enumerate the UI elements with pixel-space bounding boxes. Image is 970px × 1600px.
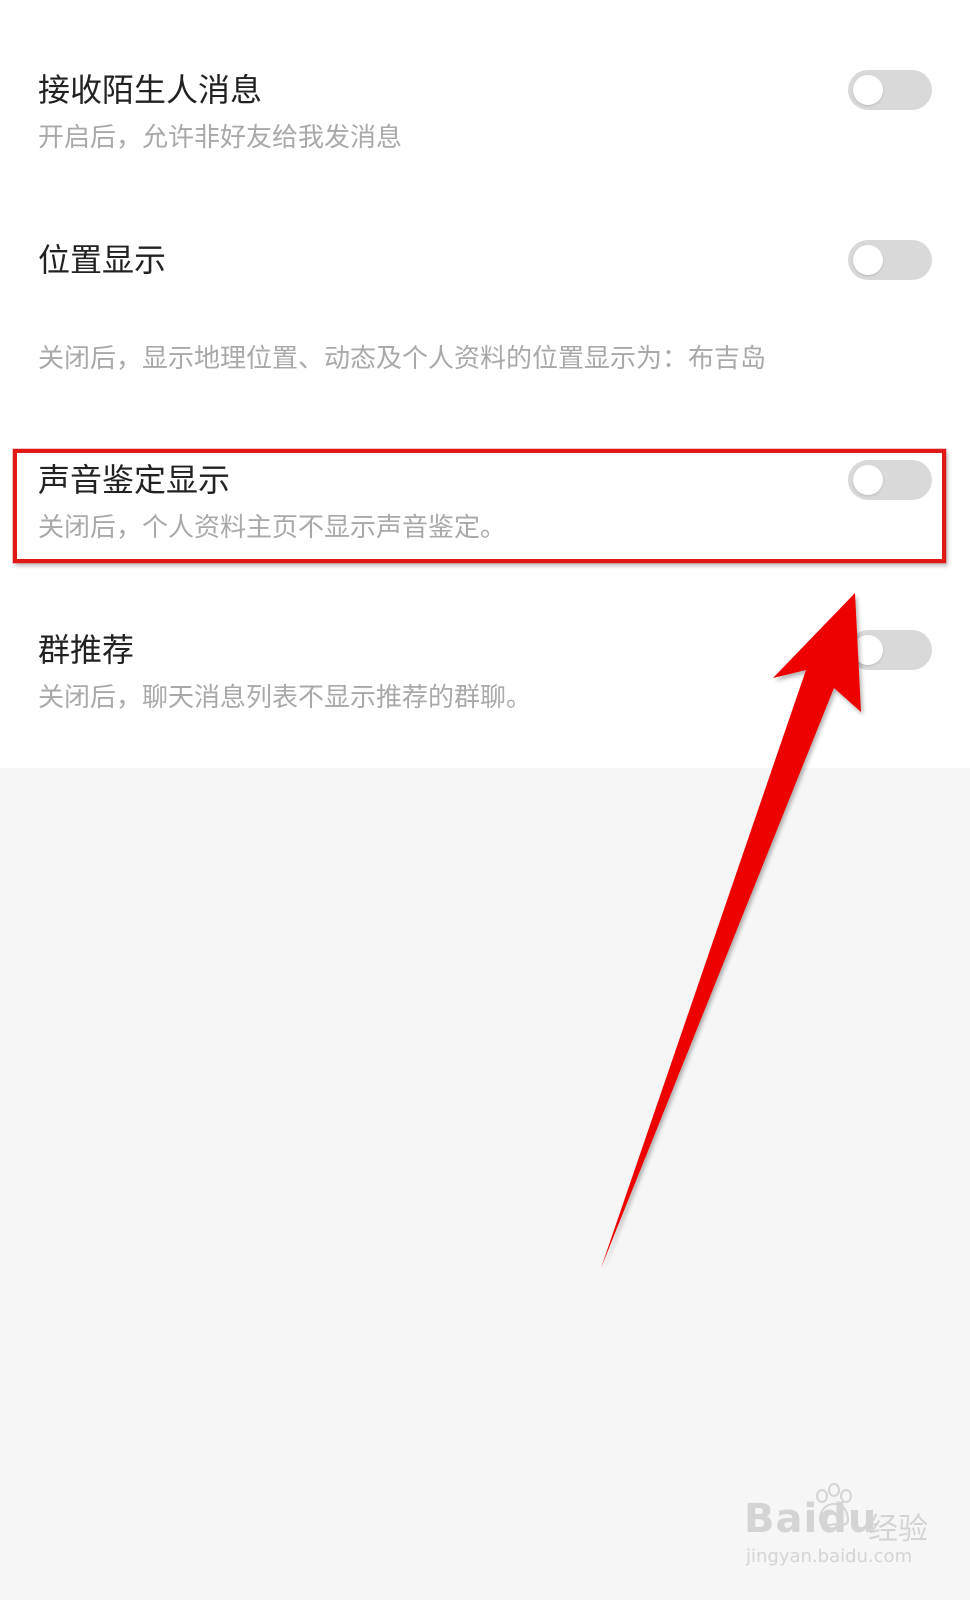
location-display-toggle[interactable] xyxy=(848,240,932,280)
toggle-knob xyxy=(853,75,883,105)
setting-row-voice-appraisal: 声音鉴定显示 关闭后，个人资料主页不显示声音鉴定。 xyxy=(0,420,970,590)
watermark-url: jingyan.baidu.com xyxy=(746,1546,913,1567)
toggle-knob xyxy=(853,465,883,495)
setting-title: 群推荐 xyxy=(38,631,135,669)
group-recommendation-toggle[interactable] xyxy=(848,630,932,670)
voice-appraisal-toggle[interactable] xyxy=(848,460,932,500)
toggle-knob xyxy=(853,245,883,275)
setting-description: 关闭后，个人资料主页不显示声音鉴定。 xyxy=(38,513,507,543)
setting-row-stranger-messages: 接收陌生人消息 开启后，允许非好友给我发消息 xyxy=(0,0,970,180)
stranger-messages-toggle[interactable] xyxy=(848,70,932,110)
baidu-jingyan-watermark: Baidu 经验 jingyan.baidu.com xyxy=(740,1483,940,1580)
toggle-knob xyxy=(853,635,883,665)
watermark-brand: Baidu xyxy=(744,1496,878,1542)
setting-title: 接收陌生人消息 xyxy=(38,71,263,109)
setting-description: 关闭后，显示地理位置、动态及个人资料的位置显示为：布吉岛 xyxy=(38,344,767,374)
setting-title: 声音鉴定显示 xyxy=(38,461,231,499)
settings-panel: 接收陌生人消息 开启后，允许非好友给我发消息 位置显示 关闭后，显示地理位置、动… xyxy=(0,0,970,768)
setting-title: 位置显示 xyxy=(38,241,167,279)
setting-row-location-display: 位置显示 关闭后，显示地理位置、动态及个人资料的位置显示为：布吉岛 xyxy=(0,180,970,420)
setting-description: 开启后，允许非好友给我发消息 xyxy=(38,123,403,153)
setting-description: 关闭后，聊天消息列表不显示推荐的群聊。 xyxy=(38,683,533,713)
watermark-product: 经验 xyxy=(868,1512,928,1547)
setting-row-group-recommendation: 群推荐 关闭后，聊天消息列表不显示推荐的群聊。 xyxy=(0,590,970,768)
